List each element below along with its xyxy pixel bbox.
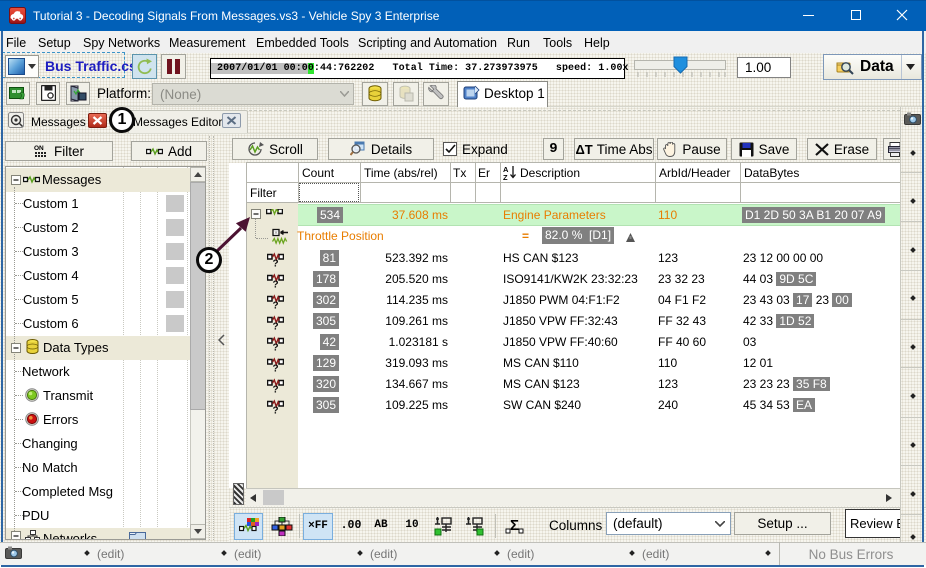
svg-text:ON: ON — [34, 145, 44, 152]
svg-text:Z: Z — [503, 173, 508, 180]
svg-text:Σ: Σ — [510, 517, 519, 534]
